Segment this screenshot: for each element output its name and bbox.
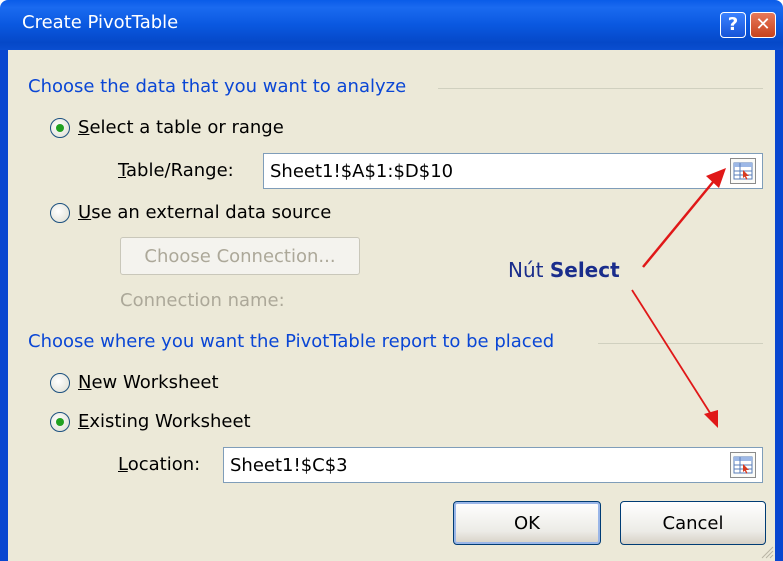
dialog-title: Create PivotTable xyxy=(22,12,179,33)
title-bar: Create PivotTable ? ✕ xyxy=(0,0,783,50)
radio-checked-icon xyxy=(50,411,70,432)
window-frame-left xyxy=(0,50,8,561)
help-button[interactable]: ? xyxy=(720,12,746,38)
select-table-label: Select a table or range xyxy=(78,117,284,138)
resize-grip-icon[interactable] xyxy=(760,545,774,559)
external-source-label: Use an external data source xyxy=(78,202,332,223)
connection-name-label: Connection name: xyxy=(120,290,285,311)
section-divider xyxy=(438,88,763,89)
section-divider xyxy=(598,343,763,344)
new-worksheet-label: New Worksheet xyxy=(78,372,219,393)
radio-unchecked-icon xyxy=(50,372,70,393)
choose-connection-button[interactable]: Choose Connection... xyxy=(120,237,360,275)
data-section-heading: Choose the data that you want to analyze xyxy=(28,76,415,97)
existing-worksheet-label: Existing Worksheet xyxy=(78,411,251,432)
location-select-button[interactable] xyxy=(730,452,756,478)
radio-unchecked-icon xyxy=(50,202,70,223)
ok-button[interactable]: OK xyxy=(453,501,601,545)
new-worksheet-radio[interactable]: New Worksheet xyxy=(50,372,219,393)
existing-worksheet-radio[interactable]: Existing Worksheet xyxy=(50,411,251,432)
close-button[interactable]: ✕ xyxy=(750,12,776,38)
radio-checked-icon xyxy=(50,117,70,138)
select-table-radio[interactable]: Select a table or range xyxy=(50,117,284,138)
range-select-icon xyxy=(733,162,753,180)
external-source-radio[interactable]: Use an external data source xyxy=(50,202,331,223)
create-pivottable-dialog: Create PivotTable ? ✕ Choose the data th… xyxy=(0,0,783,561)
select-button-annotation: Nút Select xyxy=(508,258,620,282)
table-range-input[interactable]: Sheet1!$A$1:$D$10 xyxy=(263,153,763,189)
table-range-select-button[interactable] xyxy=(730,158,756,184)
cancel-button[interactable]: Cancel xyxy=(620,501,766,545)
dialog-body: Choose the data that you want to analyze… xyxy=(8,50,775,561)
range-select-icon xyxy=(733,456,753,474)
location-input[interactable]: Sheet1!$C$3 xyxy=(223,447,763,483)
placement-section-heading: Choose where you want the PivotTable rep… xyxy=(28,331,563,352)
window-frame-right xyxy=(775,50,783,561)
location-label: Location: xyxy=(118,454,201,475)
table-range-label: Table/Range: xyxy=(118,160,234,181)
